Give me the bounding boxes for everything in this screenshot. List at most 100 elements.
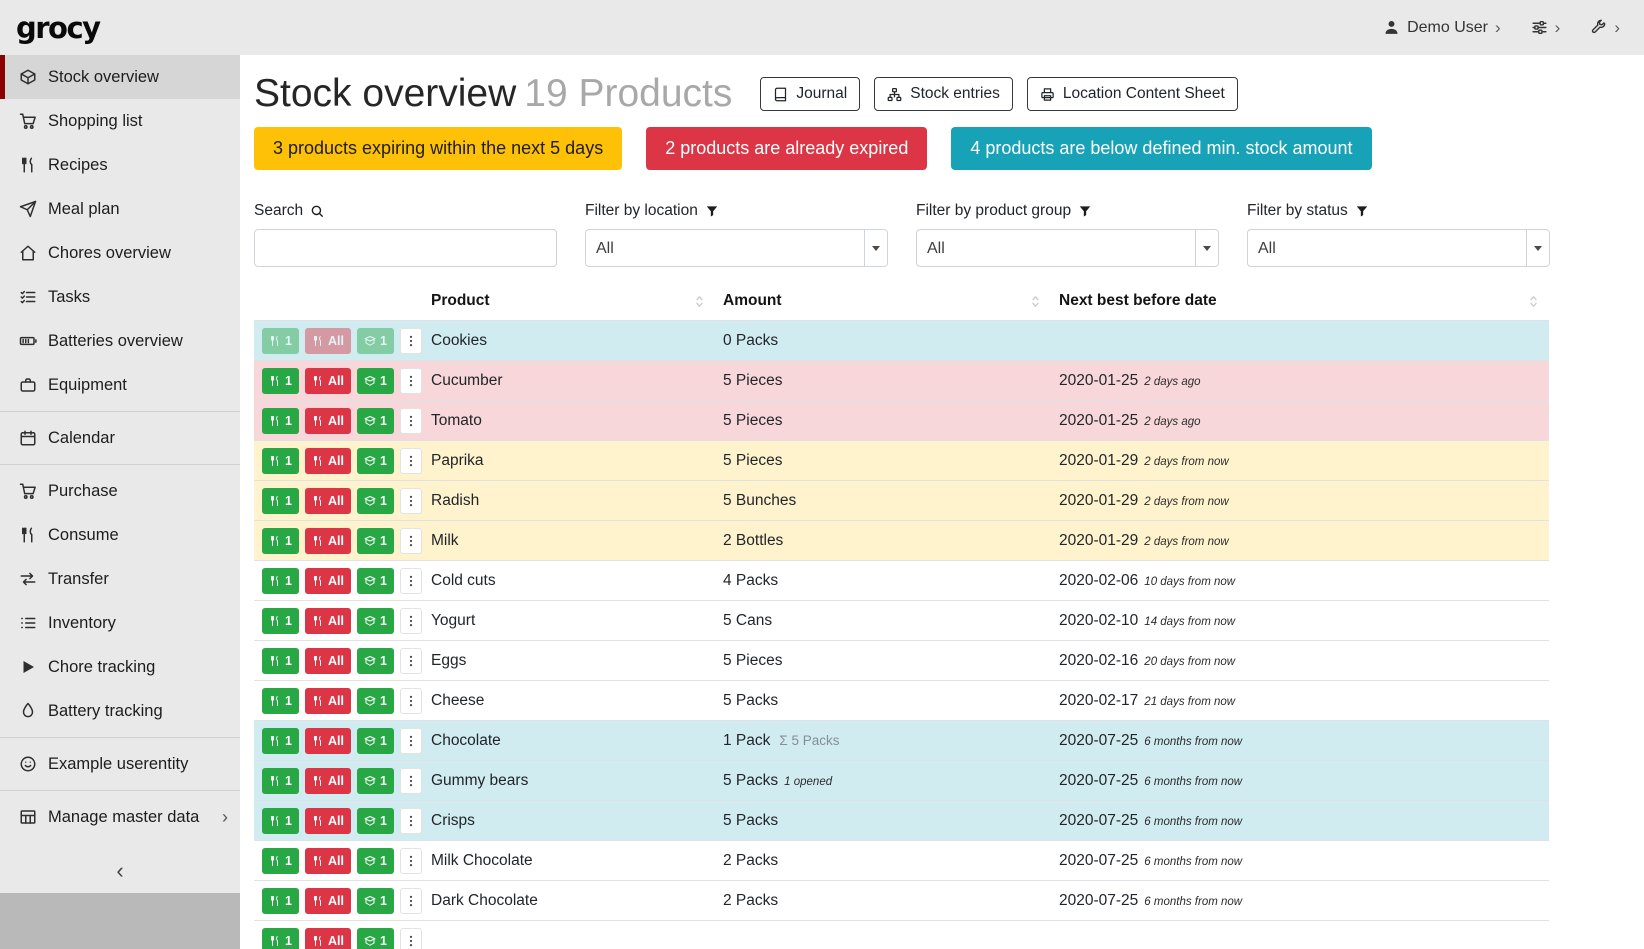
sidebar-item-transfer[interactable]: Transfer (0, 557, 240, 601)
consume-all-button[interactable]: All (305, 888, 351, 914)
banner-expired[interactable]: 2 products are already expired (646, 127, 927, 170)
consume-one-button[interactable]: 1 (262, 608, 299, 634)
row-menu-button[interactable] (400, 728, 422, 754)
user-menu[interactable]: Demo User (1383, 19, 1501, 37)
sidebar-item-chore-tracking[interactable]: Chore tracking (0, 645, 240, 689)
sidebar-item-shopping-list[interactable]: Shopping list (0, 99, 240, 143)
consume-one-button[interactable]: 1 (262, 568, 299, 594)
sidebar-item-batteries-overview[interactable]: Batteries overview (0, 319, 240, 363)
open-one-button[interactable]: 1 (357, 408, 394, 434)
consume-one-button[interactable]: 1 (262, 928, 299, 949)
consume-all-button[interactable]: All (305, 808, 351, 834)
consume-all-button[interactable]: All (305, 408, 351, 434)
open-one-button[interactable]: 1 (357, 928, 394, 949)
open-one-button[interactable]: 1 (357, 368, 394, 394)
consume-all-button[interactable]: All (305, 368, 351, 394)
row-menu-button[interactable] (400, 328, 422, 354)
open-one-button[interactable]: 1 (357, 608, 394, 634)
product-group-filter-select[interactable]: All (916, 229, 1219, 267)
row-menu-button[interactable] (400, 688, 422, 714)
open-one-button[interactable]: 1 (357, 488, 394, 514)
row-menu-button[interactable] (400, 448, 422, 474)
open-one-button[interactable]: 1 (357, 728, 394, 754)
open-one-button[interactable]: 1 (357, 328, 394, 354)
column-header-amount[interactable]: Amount (715, 283, 1051, 321)
location-content-sheet-button[interactable]: Location Content Sheet (1027, 77, 1238, 111)
open-one-button[interactable]: 1 (357, 528, 394, 554)
consume-all-button[interactable]: All (305, 328, 351, 354)
consume-all-button[interactable]: All (305, 608, 351, 634)
sidebar-item-recipes[interactable]: Recipes (0, 143, 240, 187)
sidebar-item-example-userentity[interactable]: Example userentity (0, 742, 240, 786)
consume-one-button[interactable]: 1 (262, 688, 299, 714)
utensils-icon (312, 735, 324, 747)
row-menu-button[interactable] (400, 888, 422, 914)
row-menu-button[interactable] (400, 368, 422, 394)
sidebar-item-inventory[interactable]: Inventory (0, 601, 240, 645)
search-input[interactable] (254, 229, 557, 267)
sidebar-item-battery-tracking[interactable]: Battery tracking (0, 689, 240, 733)
consume-one-button[interactable]: 1 (262, 448, 299, 474)
banner-below-min-stock[interactable]: 4 products are below defined min. stock … (951, 127, 1371, 170)
admin-tools-menu[interactable] (1590, 19, 1620, 36)
open-one-button[interactable]: 1 (357, 688, 394, 714)
logo[interactable]: grocy (16, 11, 100, 45)
row-menu-button[interactable] (400, 928, 422, 949)
row-menu-button[interactable] (400, 608, 422, 634)
consume-one-button[interactable]: 1 (262, 488, 299, 514)
consume-one-button[interactable]: 1 (262, 808, 299, 834)
consume-all-button[interactable]: All (305, 648, 351, 674)
row-menu-button[interactable] (400, 488, 422, 514)
row-menu-button[interactable] (400, 848, 422, 874)
open-one-button[interactable]: 1 (357, 888, 394, 914)
consume-one-button[interactable]: 1 (262, 328, 299, 354)
sidebar-item-equipment[interactable]: Equipment (0, 363, 240, 407)
open-one-button[interactable]: 1 (357, 848, 394, 874)
row-menu-button[interactable] (400, 408, 422, 434)
consume-one-button[interactable]: 1 (262, 528, 299, 554)
open-one-button[interactable]: 1 (357, 768, 394, 794)
column-header-product[interactable]: Product (423, 283, 715, 321)
consume-all-button[interactable]: All (305, 448, 351, 474)
sidebar-item-tasks[interactable]: Tasks (0, 275, 240, 319)
consume-one-button[interactable]: 1 (262, 848, 299, 874)
consume-all-button[interactable]: All (305, 488, 351, 514)
sidebar-collapse-button[interactable] (0, 849, 240, 893)
sidebar-item-consume[interactable]: Consume (0, 513, 240, 557)
quick-settings-menu[interactable] (1531, 19, 1561, 36)
sidebar-item-meal-plan[interactable]: Meal plan (0, 187, 240, 231)
sidebar-item-chores-overview[interactable]: Chores overview (0, 231, 240, 275)
consume-one-button[interactable]: 1 (262, 768, 299, 794)
open-one-button[interactable]: 1 (357, 648, 394, 674)
column-header-best-before[interactable]: Next best before date (1051, 283, 1549, 321)
consume-all-button[interactable]: All (305, 568, 351, 594)
row-menu-button[interactable] (400, 528, 422, 554)
consume-one-button[interactable]: 1 (262, 368, 299, 394)
sidebar-item-calendar[interactable]: Calendar (0, 416, 240, 460)
open-one-button[interactable]: 1 (357, 808, 394, 834)
consume-all-button[interactable]: All (305, 848, 351, 874)
consume-all-button[interactable]: All (305, 528, 351, 554)
location-filter-select[interactable]: All (585, 229, 888, 267)
sidebar-item-manage-master-data[interactable]: Manage master data (0, 795, 240, 839)
row-menu-button[interactable] (400, 648, 422, 674)
sidebar-item-stock-overview[interactable]: Stock overview (0, 55, 240, 99)
consume-all-button[interactable]: All (305, 728, 351, 754)
sidebar-item-purchase[interactable]: Purchase (0, 469, 240, 513)
consume-one-button[interactable]: 1 (262, 408, 299, 434)
banner-expiring-soon[interactable]: 3 products expiring within the next 5 da… (254, 127, 622, 170)
row-menu-button[interactable] (400, 568, 422, 594)
stock-entries-button[interactable]: Stock entries (874, 77, 1013, 111)
consume-all-button[interactable]: All (305, 768, 351, 794)
row-menu-button[interactable] (400, 808, 422, 834)
row-menu-button[interactable] (400, 768, 422, 794)
consume-one-button[interactable]: 1 (262, 888, 299, 914)
status-filter-select[interactable]: All (1247, 229, 1550, 267)
open-one-button[interactable]: 1 (357, 568, 394, 594)
open-one-button[interactable]: 1 (357, 448, 394, 474)
consume-one-button[interactable]: 1 (262, 728, 299, 754)
consume-all-button[interactable]: All (305, 928, 351, 949)
journal-button[interactable]: Journal (760, 77, 860, 111)
consume-one-button[interactable]: 1 (262, 648, 299, 674)
consume-all-button[interactable]: All (305, 688, 351, 714)
